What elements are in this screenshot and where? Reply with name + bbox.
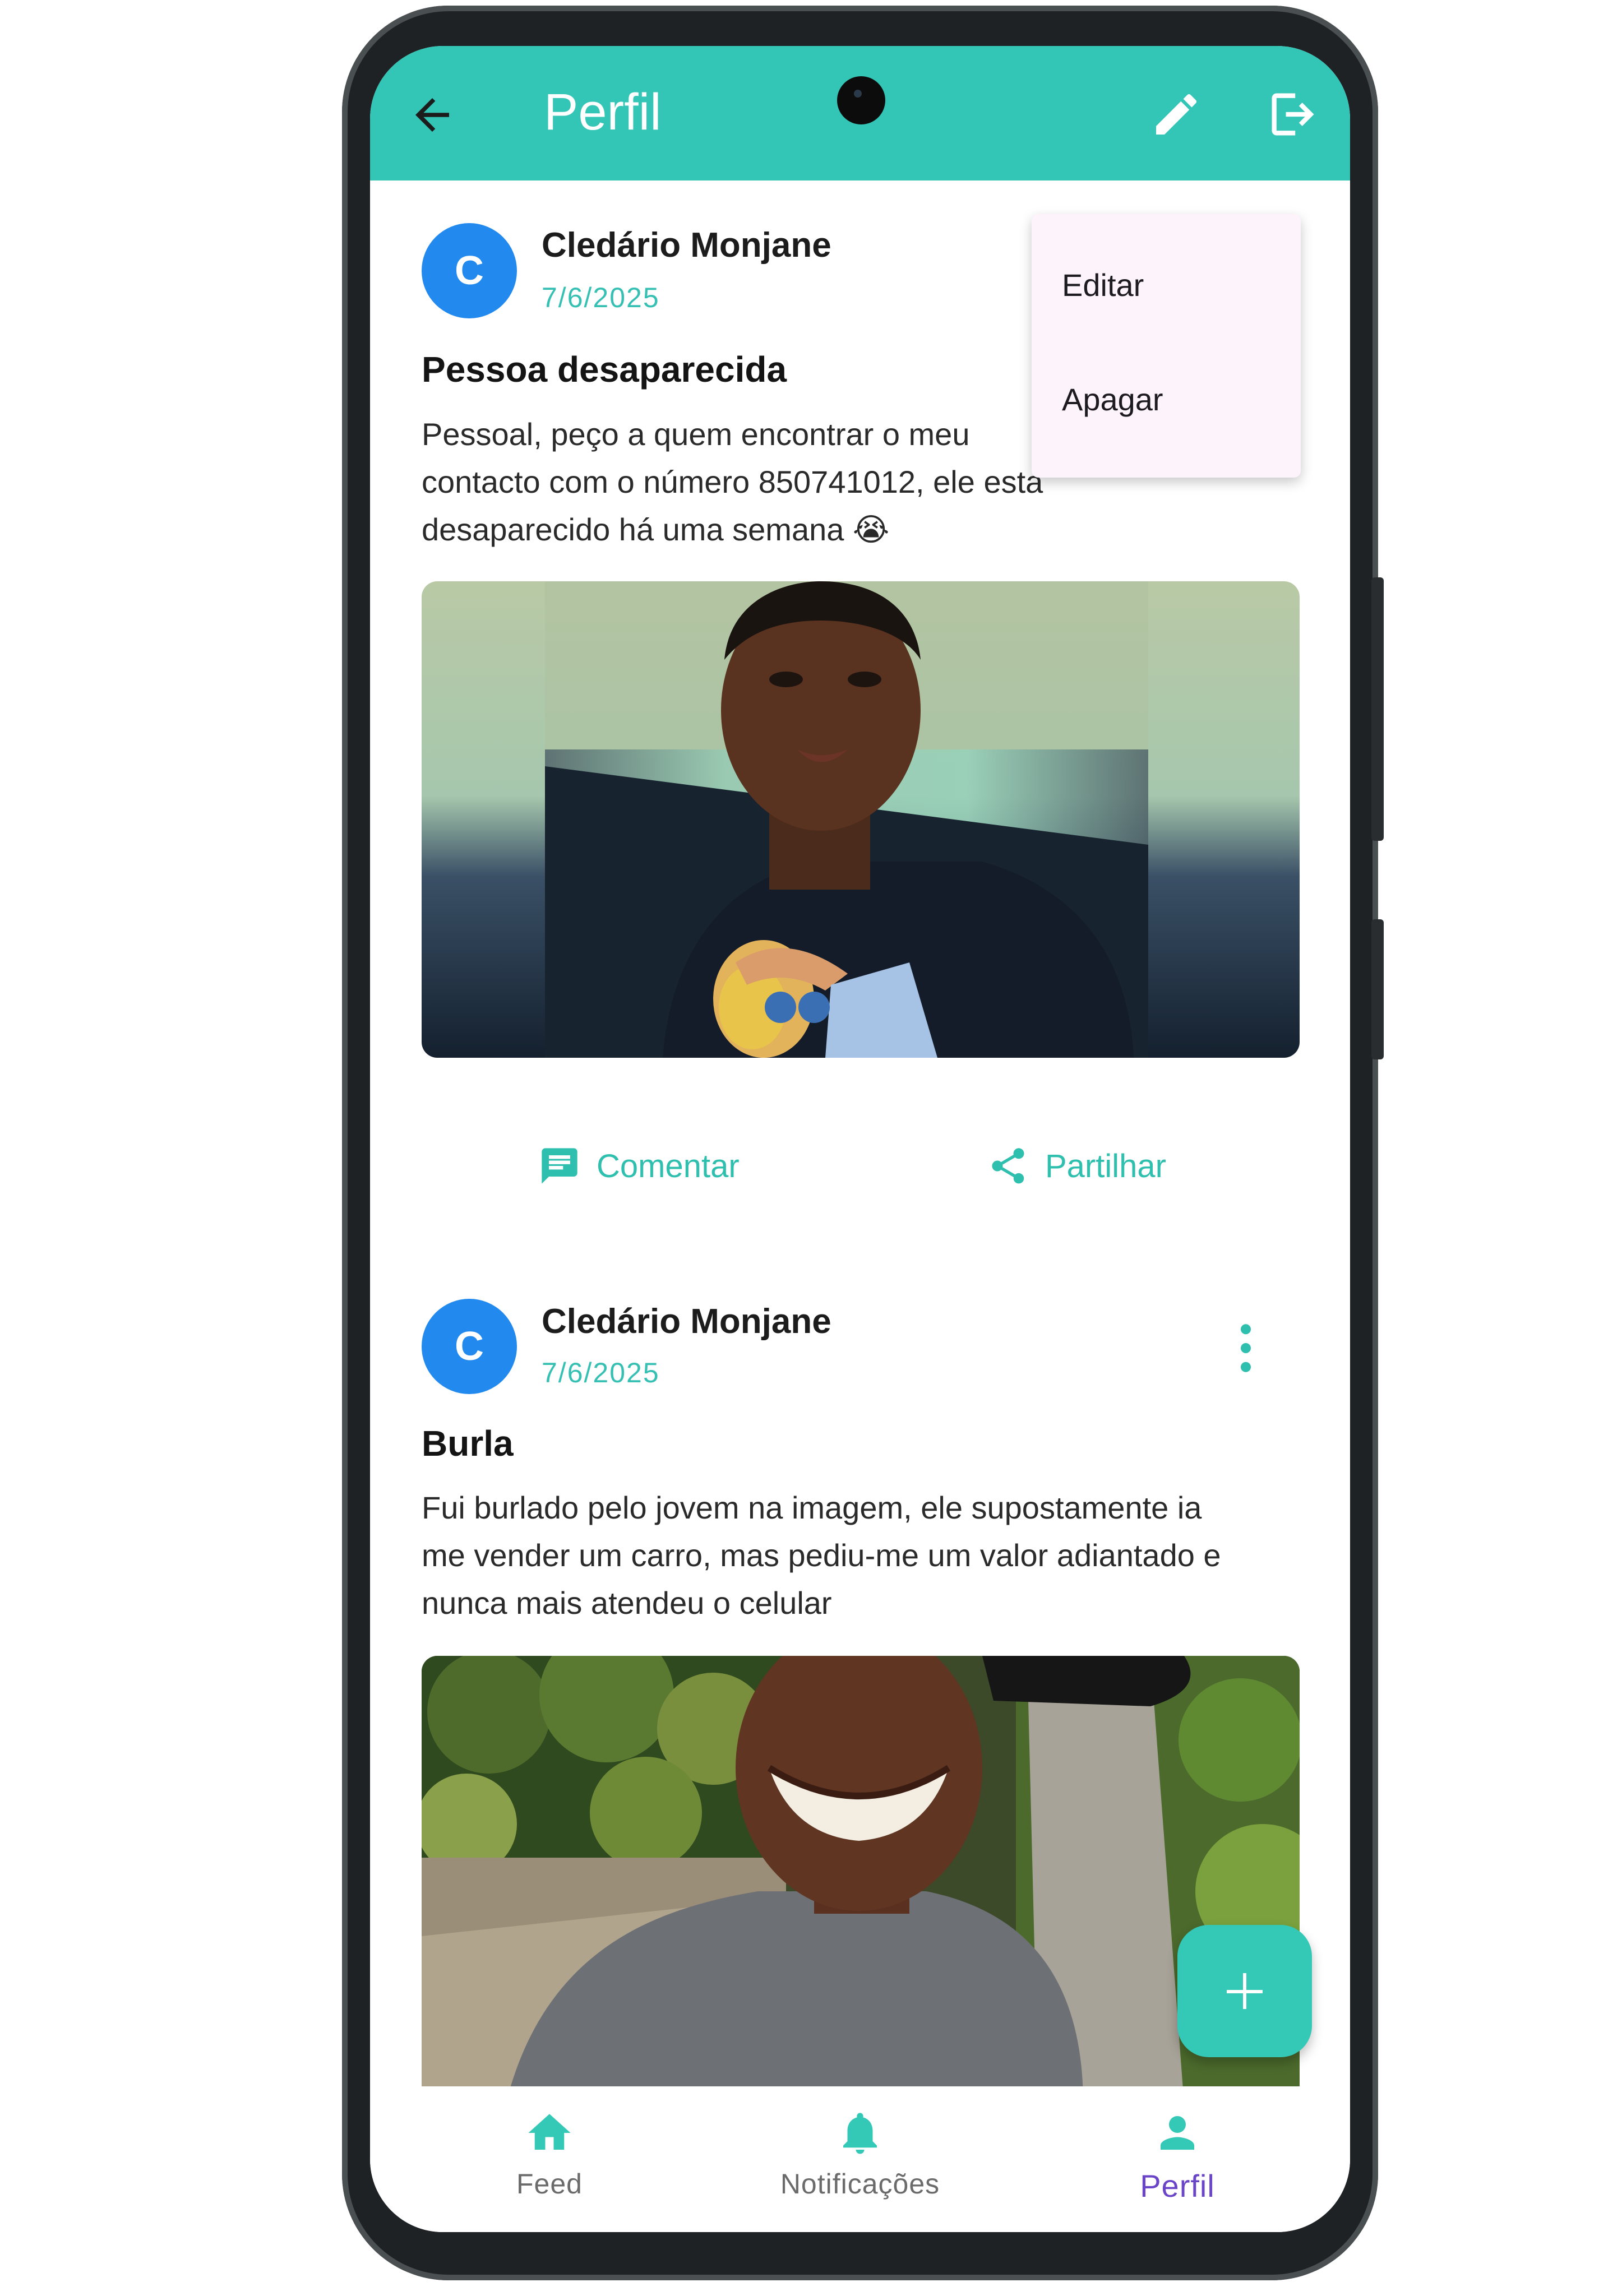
front-camera [837, 76, 885, 124]
nav-label: Notificações [780, 2168, 940, 2200]
post-title: Pessoa desaparecida [422, 349, 787, 390]
post-body-line: contacto com o número 850741012, ele est… [422, 464, 1043, 499]
post-date: 7/6/2025 [542, 282, 660, 313]
bottom-navigation: Feed Notificações Perfil [370, 2086, 1350, 2232]
post-author: Cledário Monjane [542, 1302, 831, 1341]
post-author: Cledário Monjane [542, 226, 831, 265]
add-post-button[interactable] [1177, 1925, 1312, 2057]
page-title: Perfil [544, 84, 662, 141]
avatar[interactable]: C [422, 223, 517, 318]
share-label: Partilhar [1045, 1147, 1166, 1184]
plus-icon [1227, 1973, 1263, 2009]
post-body-line: me vender um carro, mas pediu-me um valo… [422, 1538, 1221, 1573]
pencil-icon[interactable] [1149, 87, 1203, 141]
nav-label: Feed [516, 2168, 583, 2200]
post-body-line: desaparecido há uma semana 😭 [422, 512, 890, 547]
nav-label: Perfil [1140, 2168, 1215, 2204]
post-body-line: Pessoal, peço a quem encontrar o meu [422, 416, 970, 452]
side-button [1371, 919, 1384, 1059]
share-icon [992, 1148, 1024, 1184]
logout-icon[interactable] [1265, 86, 1321, 142]
post-body-line: Fui burlado pelo jovem na imagem, ele su… [422, 1490, 1202, 1525]
post-body-line: nunca mais atendeu o celular [422, 1585, 832, 1621]
side-button [1371, 577, 1384, 841]
post-image[interactable] [422, 1656, 1300, 2104]
more-vert-icon[interactable] [1235, 1323, 1257, 1373]
menu-item-edit[interactable]: Editar [1062, 267, 1144, 303]
comment-icon [542, 1148, 577, 1184]
comment-button[interactable]: Comentar [538, 1145, 740, 1187]
share-button[interactable]: Partilhar [987, 1145, 1166, 1187]
bell-icon [843, 2113, 877, 2154]
comment-label: Comentar [597, 1147, 740, 1184]
post-body: Fui burlado pelo jovem na imagem, ele su… [422, 1484, 1221, 1627]
nav-item-feed[interactable]: Feed [477, 2108, 622, 2200]
post-date: 7/6/2025 [542, 1357, 660, 1388]
home-icon [528, 2114, 571, 2150]
post-image[interactable] [422, 581, 1300, 1058]
person-icon [1161, 2116, 1194, 2150]
arrow-back-icon[interactable] [407, 90, 458, 140]
post-options-menu: Editar Apagar [1032, 214, 1301, 478]
menu-item-delete[interactable]: Apagar [1062, 381, 1163, 418]
nav-item-profile[interactable]: Perfil [1121, 2108, 1233, 2204]
avatar[interactable]: C [422, 1299, 517, 1394]
app-screen: Perfil C Cledário Monjane 7/6/2025 Pesso… [370, 46, 1350, 2232]
post-title: Burla [422, 1423, 514, 1464]
post-body: Pessoal, peço a quem encontrar o meu con… [422, 410, 1043, 553]
nav-item-notifications[interactable]: Notificações [765, 2108, 955, 2200]
